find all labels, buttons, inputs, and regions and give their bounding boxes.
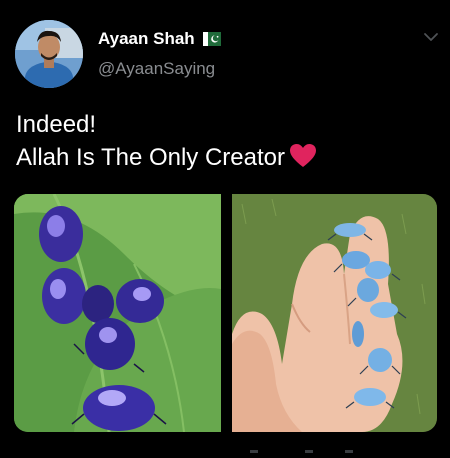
blue-beetles-photo[interactable] <box>232 194 437 432</box>
tweet-text-line-2: Allah Is The Only Creator <box>16 141 436 174</box>
display-name[interactable]: Ayaan Shah <box>98 29 195 49</box>
tweet-text-line-2-content: Allah Is The Only Creator <box>16 144 286 171</box>
purple-beetles-photo[interactable] <box>14 194 221 432</box>
avatar[interactable] <box>15 20 83 88</box>
tweet-text: Indeed! Allah Is The Only Creator <box>16 108 436 174</box>
chevron-down-icon[interactable] <box>422 30 440 44</box>
author-handle[interactable]: @AyaanSaying <box>98 59 215 79</box>
pakistan-flag-icon <box>202 32 221 46</box>
media-grid[interactable] <box>14 194 437 432</box>
tweet-card[interactable]: Ayaan Shah @AyaanSaying Indeed! Allah Is… <box>0 0 450 453</box>
red-heart-icon <box>289 143 317 169</box>
author-name-row[interactable]: Ayaan Shah <box>98 28 221 50</box>
tweet-text-line-1: Indeed! <box>16 111 97 138</box>
action-bar-partial <box>0 440 450 453</box>
